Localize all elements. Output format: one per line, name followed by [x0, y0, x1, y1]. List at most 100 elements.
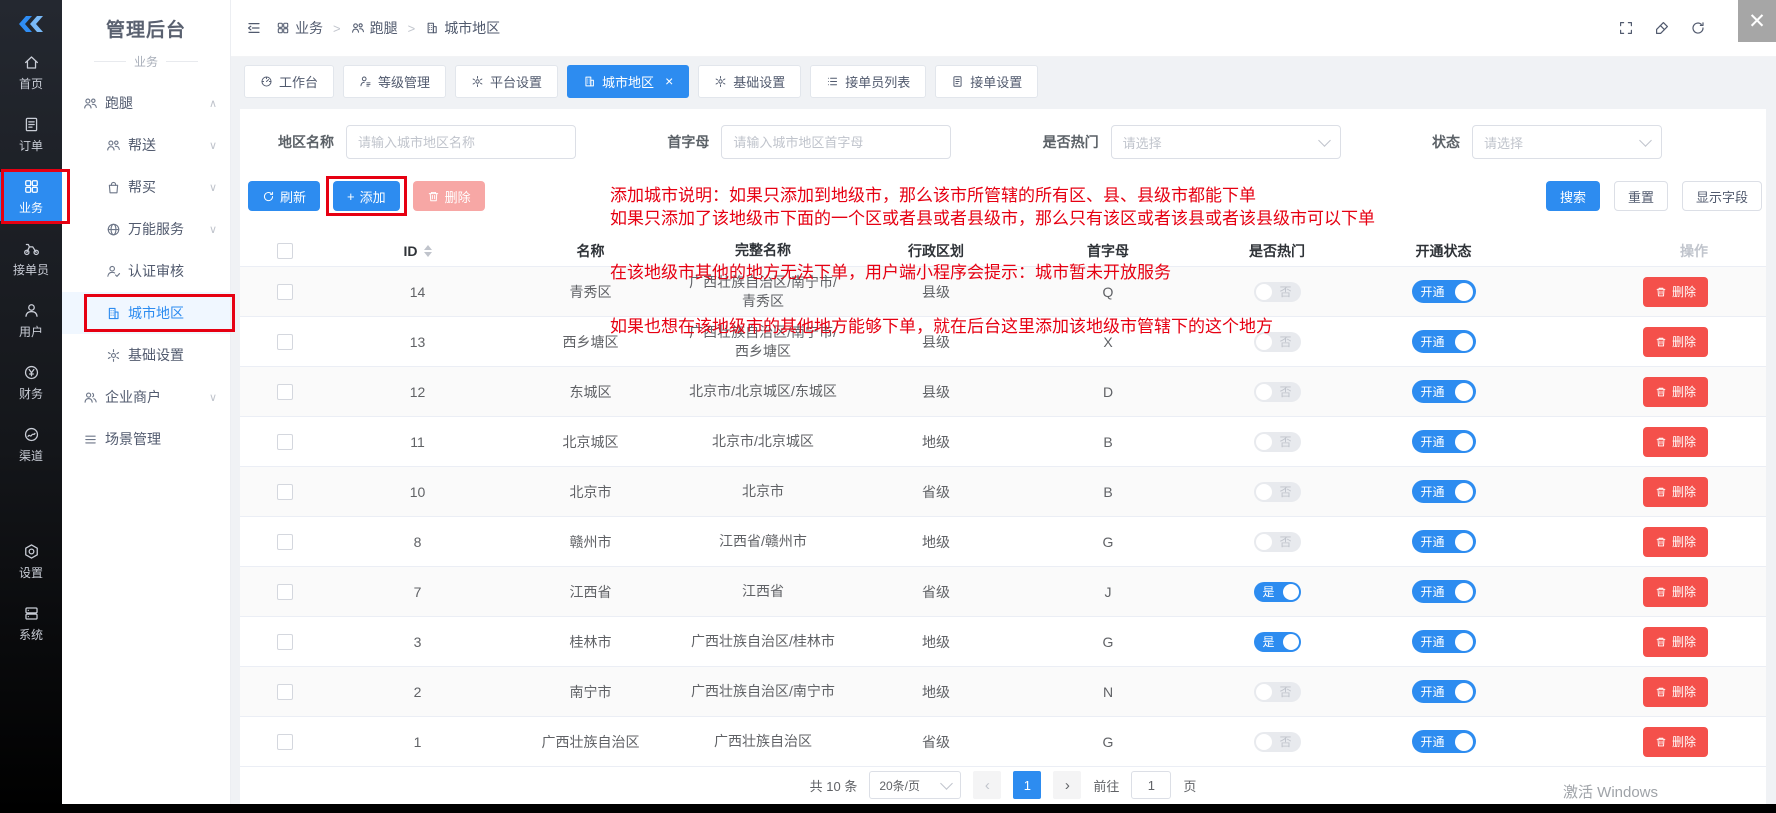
sidebar-item-universal-service[interactable]: 万能服务∨: [62, 208, 230, 250]
row-checkbox[interactable]: [277, 284, 293, 300]
sort-icons[interactable]: [424, 245, 432, 257]
status-toggle[interactable]: 开通: [1412, 280, 1476, 303]
rail-item-orders[interactable]: 订单: [0, 110, 62, 159]
tab-courier-list[interactable]: 接单员列表: [810, 65, 926, 98]
hot-toggle[interactable]: 否: [1254, 682, 1301, 702]
delete-button[interactable]: 删除: [1643, 427, 1708, 457]
reset-button[interactable]: 重置: [1614, 181, 1668, 211]
page-size-select[interactable]: 20条/页: [869, 771, 961, 799]
sidebar-item-errand[interactable]: 跑腿∧: [62, 82, 230, 124]
select-all-checkbox[interactable]: [277, 243, 293, 259]
filter-initial: 首字母: [667, 125, 951, 159]
row-checkbox[interactable]: [277, 484, 293, 500]
rail-item-home[interactable]: 首页: [0, 48, 62, 97]
hot-toggle[interactable]: 否: [1254, 282, 1301, 302]
search-button[interactable]: 搜索: [1546, 181, 1600, 211]
initial-input[interactable]: [721, 125, 951, 159]
row-checkbox[interactable]: [277, 334, 293, 350]
sidebar-item-auth-review[interactable]: 认证审核: [62, 250, 230, 292]
hot-toggle[interactable]: 否: [1254, 532, 1301, 552]
hot-toggle[interactable]: 否: [1254, 482, 1301, 502]
batch-delete-button[interactable]: 删除: [413, 181, 485, 211]
rail-item-couriers[interactable]: 接单员: [0, 234, 62, 283]
building-icon: [106, 306, 121, 321]
hot-toggle[interactable]: 否: [1254, 432, 1301, 452]
region-name-input[interactable]: [346, 125, 576, 159]
sort-asc-icon[interactable]: [424, 245, 432, 250]
status-toggle[interactable]: 开通: [1412, 330, 1476, 353]
row-checkbox[interactable]: [277, 734, 293, 750]
row-checkbox[interactable]: [277, 534, 293, 550]
column-header-id[interactable]: ID: [330, 239, 505, 263]
window-close-button[interactable]: ✕: [1738, 0, 1776, 42]
toggle-knob: [1455, 483, 1473, 501]
sidebar-item-city-region[interactable]: 城市地区: [62, 292, 230, 334]
delete-button[interactable]: 删除: [1643, 377, 1708, 407]
row-checkbox[interactable]: [277, 384, 293, 400]
is-hot-select[interactable]: 请选择: [1111, 125, 1341, 159]
breadcrumb-item-city-region[interactable]: 城市地区: [425, 18, 500, 38]
show-fields-button[interactable]: 显示字段: [1682, 181, 1762, 211]
status-toggle[interactable]: 开通: [1412, 530, 1476, 553]
status-toggle[interactable]: 开通: [1412, 580, 1476, 603]
sidebar-item-help-buy[interactable]: 帮买∨: [62, 166, 230, 208]
tab-level-management[interactable]: 等级管理: [343, 65, 446, 98]
status-toggle[interactable]: 开通: [1412, 730, 1476, 753]
tab-basic-settings[interactable]: 基础设置: [698, 65, 801, 98]
tab-workbench[interactable]: 工作台: [244, 65, 334, 98]
hot-toggle[interactable]: 否: [1254, 332, 1301, 352]
delete-button[interactable]: 删除: [1643, 577, 1708, 607]
rail-item-users[interactable]: 用户: [0, 296, 62, 345]
sidebar-item-basic-settings[interactable]: 基础设置: [62, 334, 230, 376]
tab-close-icon[interactable]: ×: [665, 74, 673, 88]
sidebar-collapse-icon[interactable]: [246, 20, 262, 36]
tab-order-settings[interactable]: 接单设置: [935, 65, 1038, 98]
sidebar-item-scene-management[interactable]: 场景管理: [62, 418, 230, 460]
tab-platform-settings[interactable]: 平台设置: [455, 65, 558, 98]
delete-button[interactable]: 删除: [1643, 727, 1708, 757]
delete-button[interactable]: 删除: [1643, 477, 1708, 507]
hot-toggle[interactable]: 是: [1254, 632, 1301, 652]
tab-city-region[interactable]: 城市地区×: [567, 65, 689, 98]
fullscreen-icon[interactable]: [1618, 20, 1634, 36]
rail-item-business[interactable]: 业务: [0, 172, 62, 221]
hot-toggle[interactable]: 否: [1254, 732, 1301, 752]
delete-label: 删除: [1672, 433, 1696, 450]
rail-item-system[interactable]: 系统: [0, 599, 62, 648]
next-page-button[interactable]: ›: [1053, 771, 1081, 799]
goto-page-input[interactable]: [1131, 771, 1171, 799]
page-1-button[interactable]: 1: [1013, 771, 1041, 799]
delete-button[interactable]: 删除: [1643, 677, 1708, 707]
row-checkbox[interactable]: [277, 684, 293, 700]
sidebar-item-help-deliver[interactable]: 帮送∨: [62, 124, 230, 166]
row-checkbox[interactable]: [277, 434, 293, 450]
status-toggle[interactable]: 开通: [1412, 430, 1476, 453]
add-button[interactable]: + 添加: [333, 181, 400, 211]
delete-button[interactable]: 删除: [1643, 327, 1708, 357]
cell-operations: 删除: [1527, 273, 1766, 311]
theme-icon[interactable]: [1654, 20, 1670, 36]
status-select[interactable]: 请选择: [1472, 125, 1662, 159]
delete-button[interactable]: 删除: [1643, 527, 1708, 557]
status-toggle[interactable]: 开通: [1412, 630, 1476, 653]
rail-item-settings[interactable]: 设置: [0, 537, 62, 586]
hot-toggle[interactable]: 是: [1254, 582, 1301, 602]
refresh-page-icon[interactable]: [1690, 20, 1706, 36]
sidebar-item-enterprise-merchant[interactable]: 企业商户∨: [62, 376, 230, 418]
delete-button[interactable]: 删除: [1643, 277, 1708, 307]
toggle-label: 是: [1263, 633, 1275, 650]
refresh-button[interactable]: 刷新: [248, 181, 320, 211]
status-toggle[interactable]: 开通: [1412, 480, 1476, 503]
breadcrumb-item-errand[interactable]: 跑腿: [351, 18, 398, 38]
status-toggle[interactable]: 开通: [1412, 380, 1476, 403]
status-toggle[interactable]: 开通: [1412, 680, 1476, 703]
hot-toggle[interactable]: 否: [1254, 382, 1301, 402]
prev-page-button[interactable]: ‹: [973, 771, 1001, 799]
breadcrumb-item-business[interactable]: 业务: [276, 18, 323, 38]
row-checkbox[interactable]: [277, 634, 293, 650]
sort-desc-icon[interactable]: [424, 252, 432, 257]
row-checkbox[interactable]: [277, 584, 293, 600]
delete-button[interactable]: 删除: [1643, 627, 1708, 657]
rail-item-finance[interactable]: 财务: [0, 358, 62, 407]
rail-item-channels[interactable]: 渠道: [0, 420, 62, 469]
